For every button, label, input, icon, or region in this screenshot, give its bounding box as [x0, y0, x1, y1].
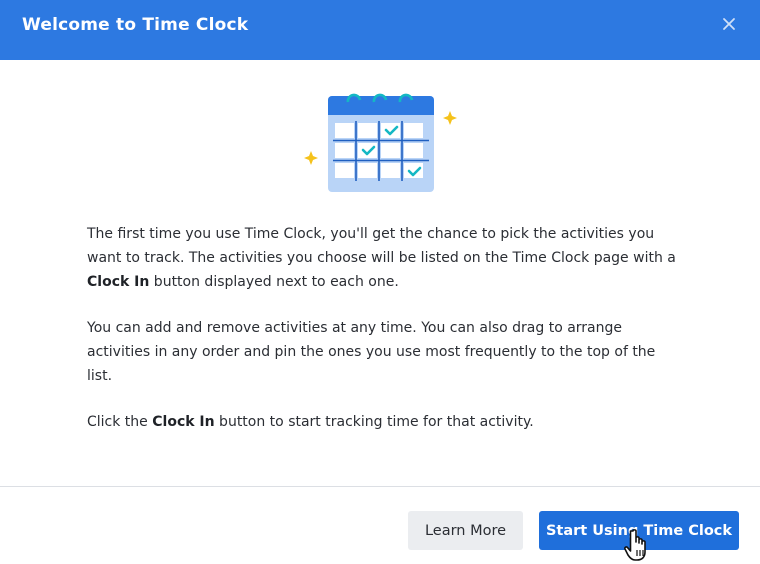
hand-pointer-cursor-icon — [622, 528, 652, 564]
dialog-body: The first time you use Time Clock, you'l… — [87, 222, 682, 456]
clock-in-paragraph: Click the Clock In button to start track… — [87, 414, 534, 430]
close-icon — [723, 18, 735, 30]
footer-divider — [0, 486, 760, 487]
sparkle-icon — [443, 111, 457, 125]
sparkle-icon — [304, 151, 318, 165]
close-button[interactable] — [718, 13, 740, 35]
intro-paragraph: The first time you use Time Clock, you'l… — [87, 226, 676, 290]
dialog-header: Welcome to Time Clock — [0, 0, 760, 60]
learn-more-button[interactable]: Learn More — [408, 511, 523, 550]
calendar-illustration — [302, 84, 462, 196]
welcome-dialog: Welcome to Time Clock The first time you… — [0, 0, 760, 564]
dialog-title: Welcome to Time Clock — [22, 15, 249, 35]
activities-paragraph: You can add and remove activities at any… — [87, 320, 656, 384]
